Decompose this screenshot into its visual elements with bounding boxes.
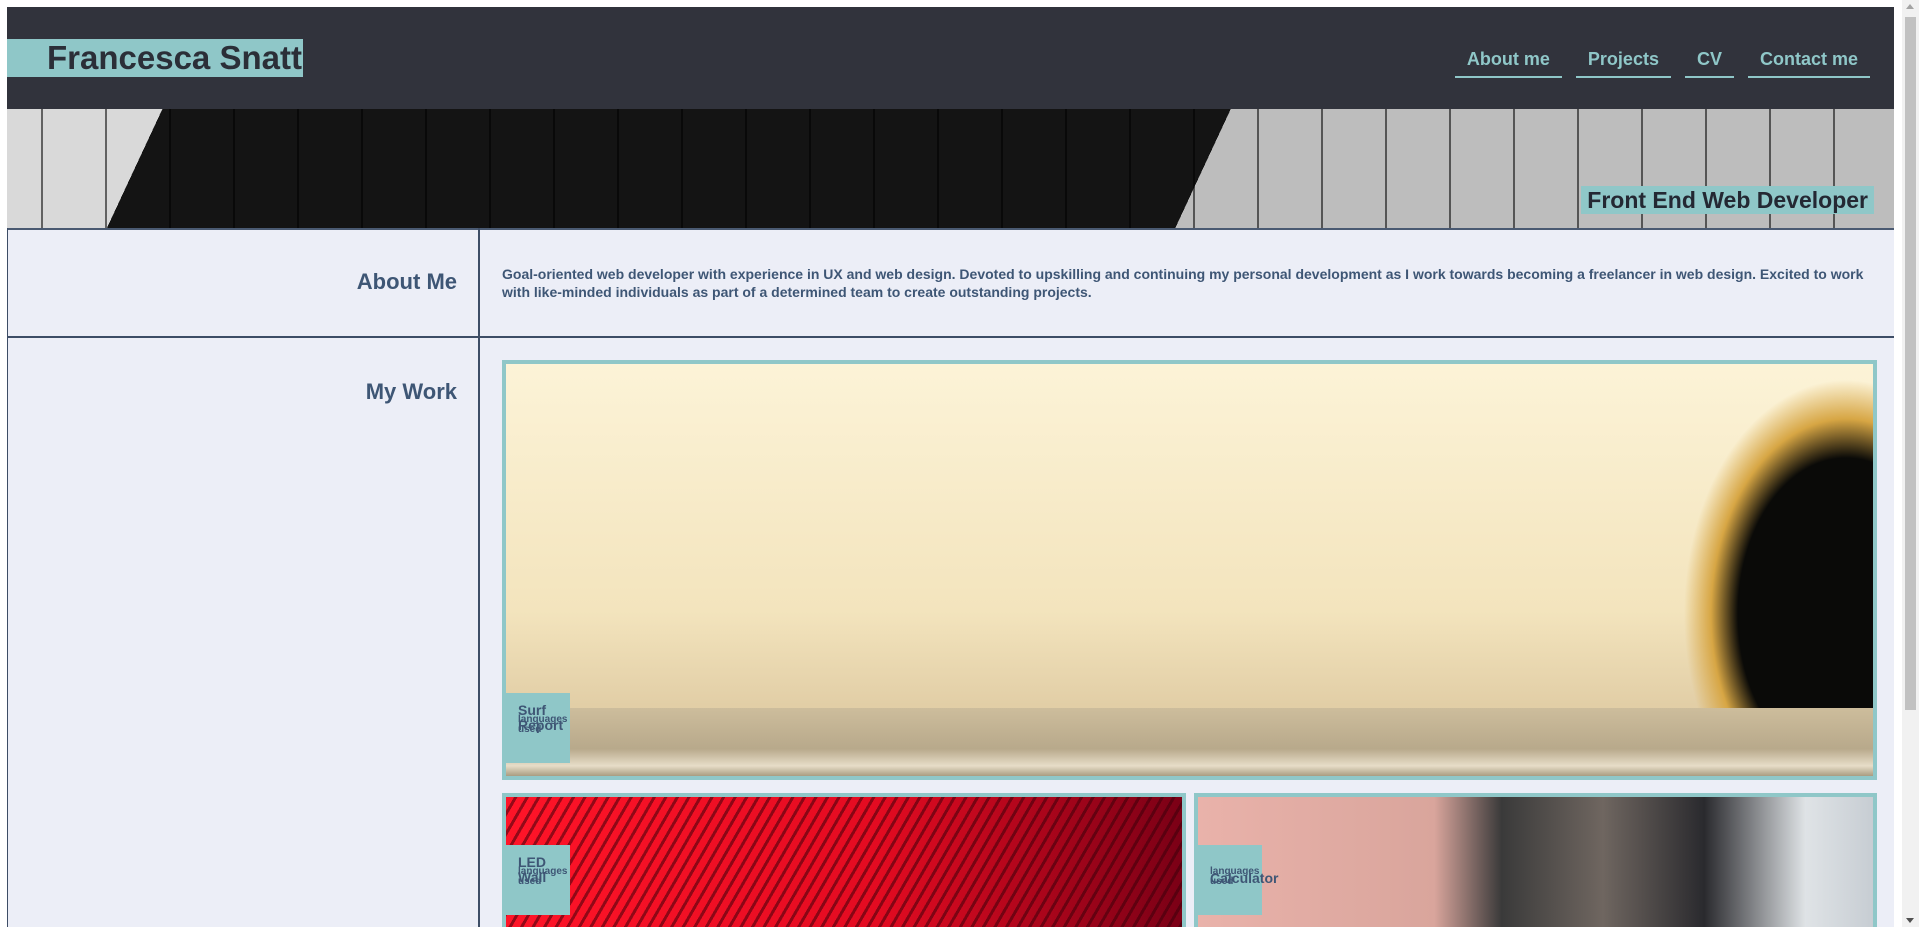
main-nav: About me Projects CV Contact me: [1454, 47, 1870, 78]
about-text: Goal-oriented web developer with experie…: [502, 266, 1864, 300]
project-tag: languages used LED Wall: [506, 845, 570, 915]
vertical-scrollbar[interactable]: [1902, 0, 1919, 927]
surf-photo-sea: [506, 708, 1873, 776]
scroll-up-arrow-icon[interactable]: [1906, 4, 1914, 9]
project-tag: languages used Calculator: [1198, 845, 1278, 915]
nav-cv-link[interactable]: CV: [1684, 47, 1734, 78]
nav-projects-link[interactable]: Projects: [1575, 47, 1671, 78]
nav-about-me-link[interactable]: About me: [1454, 47, 1562, 78]
project-name: Surf Report: [518, 702, 564, 733]
scrollbar-thumb[interactable]: [1905, 17, 1916, 710]
about-label-column: About Me: [8, 228, 480, 336]
about-section: About Me Goal-oriented web developer wit…: [7, 228, 1894, 338]
project-card-led-wall[interactable]: languages used LED Wall: [502, 793, 1186, 927]
work-label-column: My Work: [8, 338, 480, 927]
work-heading: My Work: [365, 379, 457, 404]
page: Francesca Snatt About me Projects CV Con…: [7, 7, 1894, 927]
project-card-calculator[interactable]: languages used Calculator: [1194, 793, 1877, 927]
site-brand[interactable]: Francesca Snatt: [7, 39, 303, 77]
work-section: My Work languages used Surf Report langu…: [7, 338, 1894, 927]
hero-tagline: Front End Web Developer: [1581, 186, 1874, 214]
scroll-down-arrow-icon[interactable]: [1906, 918, 1914, 923]
site-header: Francesca Snatt About me Projects CV Con…: [7, 7, 1894, 109]
project-name: LED Wall: [518, 854, 547, 885]
project-card-surf-report[interactable]: languages used Surf Report: [502, 360, 1877, 780]
nav-contact-me-link[interactable]: Contact me: [1747, 47, 1870, 78]
project-tag: languages used Surf Report: [506, 693, 570, 763]
about-heading: About Me: [356, 269, 457, 294]
project-name: Calculator: [1210, 870, 1279, 886]
hero-banner: Front End Web Developer: [7, 109, 1894, 230]
